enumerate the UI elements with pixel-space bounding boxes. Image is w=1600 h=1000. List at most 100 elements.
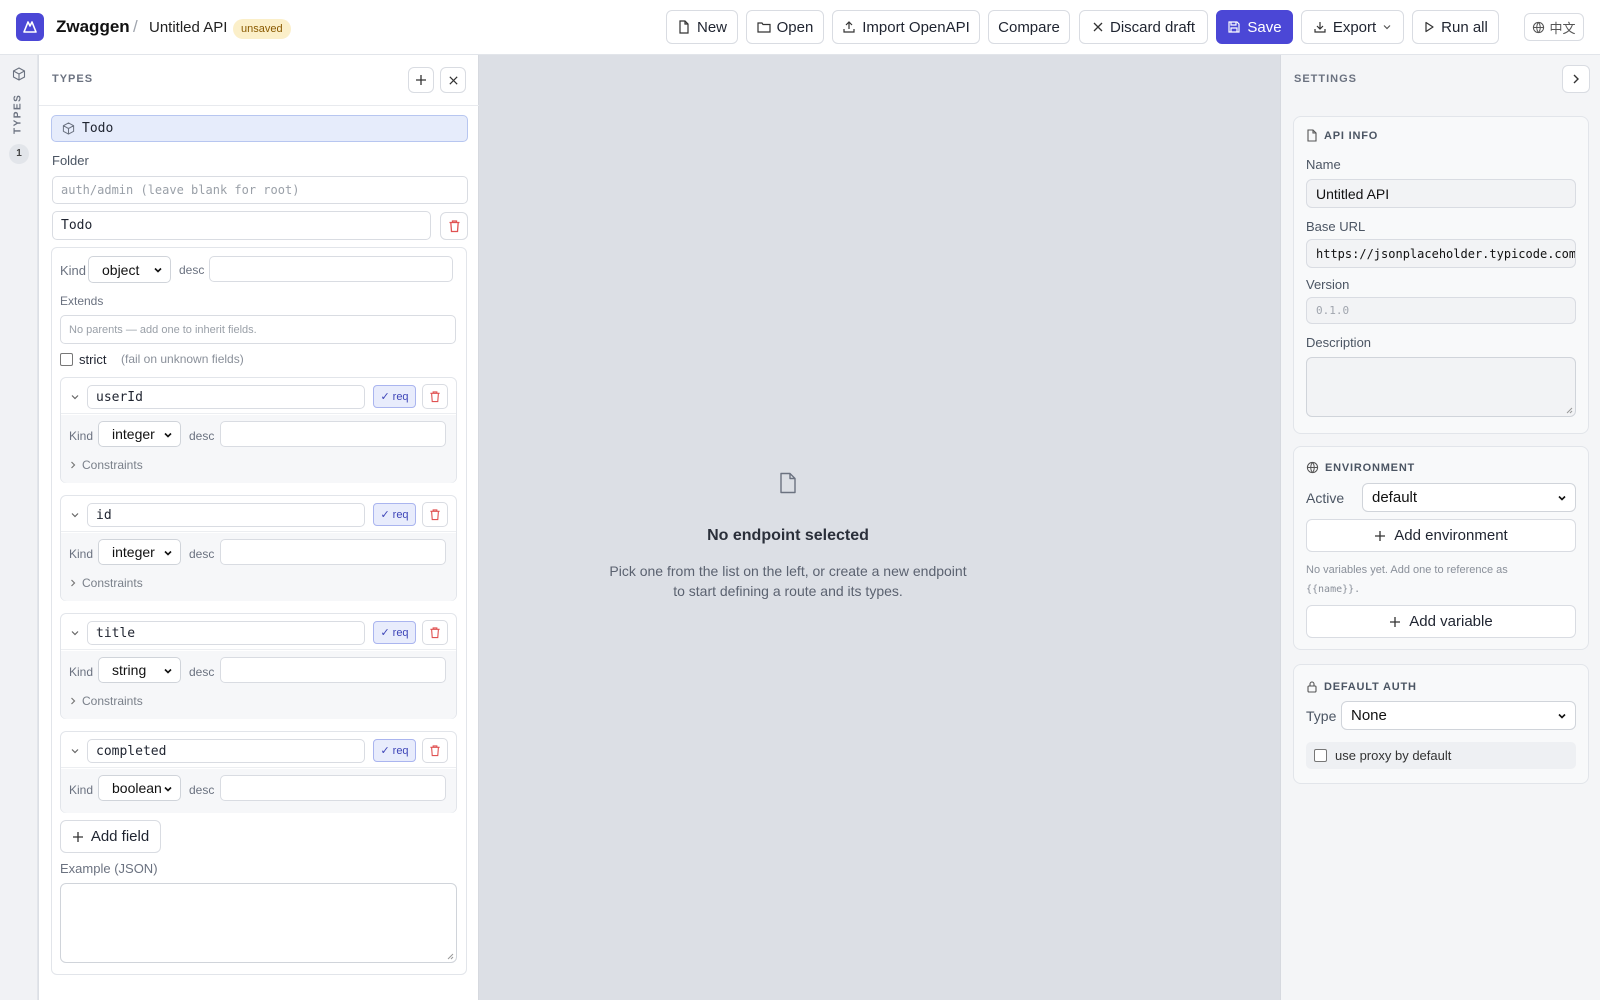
constraints-toggle[interactable]: Constraints — [69, 694, 143, 708]
cube-icon[interactable] — [12, 67, 26, 81]
delete-field-button[interactable] — [422, 384, 448, 409]
save-icon — [1228, 21, 1240, 33]
environment-title: ENVIRONMENT — [1306, 461, 1415, 474]
rail-types-tab[interactable]: TYPES — [10, 93, 26, 135]
run-all-button[interactable]: Run all — [1412, 10, 1499, 44]
divider — [39, 105, 479, 106]
discard-draft-button[interactable]: Discard draft — [1079, 10, 1208, 44]
add-type-button[interactable] — [408, 67, 434, 93]
field-name-input[interactable]: completed — [87, 739, 365, 763]
endpoint-editor-area: No endpoint selected Pick one from the l… — [480, 55, 1280, 1000]
chevron-down-icon[interactable] — [70, 746, 80, 756]
api-name-input[interactable]: Untitled API — [1306, 179, 1576, 208]
field-kind-select[interactable]: integer — [98, 539, 181, 565]
description-textarea[interactable] — [1306, 357, 1576, 417]
compare-button[interactable]: Compare — [988, 10, 1070, 44]
field-desc-input[interactable] — [220, 775, 446, 801]
field-name-input[interactable]: id — [87, 503, 365, 527]
resize-handle-icon[interactable] — [1565, 406, 1573, 414]
extends-input[interactable]: No parents — add one to inherit fields. — [60, 315, 456, 344]
field-desc-input[interactable] — [220, 657, 446, 683]
type-name-input[interactable]: Todo — [52, 211, 431, 240]
default-auth-card: DEFAULT AUTH Type None use proxy by defa… — [1293, 664, 1589, 784]
close-panel-button[interactable] — [440, 67, 466, 93]
active-environment-select[interactable]: default — [1362, 483, 1576, 512]
proxy-row[interactable]: use proxy by default — [1306, 742, 1576, 769]
field-name-input[interactable]: title — [87, 621, 365, 645]
required-toggle[interactable]: ✓ req — [373, 503, 416, 526]
version-input[interactable]: 0.1.0 — [1306, 297, 1576, 324]
delete-type-button[interactable] — [440, 212, 468, 240]
field-kind-select[interactable]: integer — [98, 421, 181, 447]
req-label: req — [392, 626, 409, 639]
field-kind-select[interactable]: boolean — [98, 775, 181, 801]
required-toggle[interactable]: ✓ req — [373, 385, 416, 408]
delete-field-button[interactable] — [422, 502, 448, 527]
delete-field-button[interactable] — [422, 738, 448, 763]
chevron-down-icon[interactable] — [70, 510, 80, 520]
field-kind-label: Kind — [69, 547, 94, 561]
discard-button-label: Discard draft — [1109, 18, 1196, 36]
language-button[interactable]: 中文 — [1524, 13, 1584, 41]
delete-field-button[interactable] — [422, 620, 448, 645]
top-bar: Zwaggen / Untitled API unsaved New Open … — [0, 0, 1600, 55]
auth-type-label: Type — [1306, 708, 1337, 724]
constraints-toggle[interactable]: Constraints — [69, 458, 143, 472]
proxy-checkbox[interactable] — [1314, 749, 1327, 762]
environment-card: ENVIRONMENT Active default Add environme… — [1293, 446, 1589, 650]
environment-title-text: ENVIRONMENT — [1325, 461, 1416, 474]
required-toggle[interactable]: ✓ req — [373, 621, 416, 644]
save-button[interactable]: Save — [1216, 10, 1293, 44]
export-button[interactable]: Export — [1301, 10, 1404, 44]
collapse-settings-button[interactable] — [1562, 65, 1590, 93]
type-list-item-todo[interactable]: Todo — [51, 115, 468, 142]
field-desc-input[interactable] — [220, 421, 446, 447]
chevron-down-icon[interactable] — [70, 628, 80, 638]
api-name-title[interactable]: Untitled API — [149, 19, 227, 36]
strict-checkbox[interactable] — [60, 353, 73, 366]
folder-input[interactable]: auth/admin (leave blank for root) — [52, 176, 468, 204]
settings-panel: SETTINGS API INFO Name Untitled API Base… — [1280, 55, 1600, 1000]
field-card-id: id ✓ req Kind integer desc Constraints — [60, 495, 457, 601]
kind-label: Kind — [60, 263, 87, 278]
upload-icon — [843, 21, 855, 33]
example-json-textarea[interactable] — [60, 883, 457, 963]
field-kind-select[interactable]: string — [98, 657, 181, 683]
type-desc-input[interactable] — [209, 256, 453, 282]
name-label: Name — [1306, 157, 1341, 172]
file-icon — [679, 20, 689, 34]
required-toggle[interactable]: ✓ req — [373, 739, 416, 762]
add-environment-button[interactable]: Add environment — [1306, 519, 1576, 552]
field-name-input[interactable]: userId — [87, 385, 365, 409]
field-kind-value: integer — [112, 426, 155, 442]
close-icon — [448, 75, 458, 85]
field-kind-label: Kind — [69, 665, 94, 679]
default-auth-title-text: DEFAULT AUTH — [1324, 680, 1417, 693]
field-header: id ✓ req — [61, 496, 456, 532]
req-label: req — [392, 390, 409, 403]
chevron-down-icon[interactable] — [70, 392, 80, 402]
constraints-label: Constraints — [82, 458, 143, 472]
add-field-button[interactable]: Add field — [60, 820, 161, 853]
import-openapi-button[interactable]: Import OpenAPI — [832, 10, 980, 44]
auth-type-value: None — [1351, 707, 1387, 724]
chevron-down-icon — [1558, 495, 1566, 501]
chevron-down-icon — [164, 786, 172, 792]
resize-handle-icon[interactable] — [446, 952, 454, 960]
constraints-label: Constraints — [82, 694, 143, 708]
lock-icon — [1307, 681, 1317, 693]
export-button-label: Export — [1332, 18, 1377, 36]
plus-icon — [1375, 530, 1386, 541]
open-button[interactable]: Open — [746, 10, 824, 44]
base-url-input[interactable]: https://jsonplaceholder.typicode.com — [1306, 239, 1576, 268]
check-icon: ✓ — [380, 627, 390, 639]
import-button-label: Import OpenAPI — [862, 18, 970, 36]
constraints-toggle[interactable]: Constraints — [69, 576, 143, 590]
field-desc-label: desc — [189, 665, 215, 679]
field-desc-input[interactable] — [220, 539, 446, 565]
kind-select[interactable]: object — [88, 256, 171, 283]
new-button[interactable]: New — [666, 10, 738, 44]
add-variable-button[interactable]: Add variable — [1306, 605, 1576, 638]
field-body: Kind boolean desc — [61, 769, 456, 813]
auth-type-select[interactable]: None — [1341, 701, 1576, 730]
